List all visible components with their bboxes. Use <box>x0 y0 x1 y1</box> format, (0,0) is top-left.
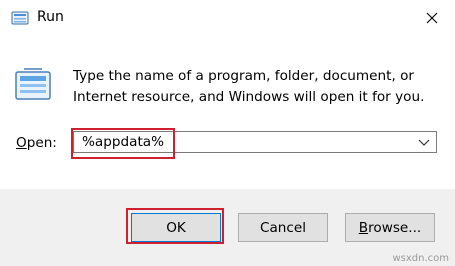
watermark: wsxdn.com <box>392 253 449 264</box>
close-icon <box>426 12 438 24</box>
run-icon <box>11 11 29 25</box>
title-bar: Run <box>0 0 455 36</box>
open-input[interactable]: %appdata% <box>82 134 164 150</box>
open-combobox[interactable]: %appdata% <box>73 131 437 153</box>
close-button[interactable] <box>417 6 447 30</box>
browse-label: rowse... <box>368 219 422 236</box>
dialog-content: Type the name of a program, folder, docu… <box>0 36 455 189</box>
run-icon <box>15 68 51 100</box>
window-title: Run <box>37 9 64 25</box>
chevron-down-icon[interactable] <box>418 137 430 147</box>
ok-button[interactable]: OK <box>131 213 221 242</box>
browse-accelerator: B <box>358 219 369 236</box>
cancel-button[interactable]: Cancel <box>238 213 328 242</box>
button-bar: OK Cancel Browse... wsxdn.com <box>0 189 455 266</box>
browse-button[interactable]: Browse... <box>345 213 435 242</box>
description-text: Type the name of a program, folder, docu… <box>73 68 425 105</box>
open-label-accelerator: O <box>16 135 27 151</box>
open-label-text: pen: <box>26 135 57 151</box>
open-label: Open: <box>16 135 57 151</box>
